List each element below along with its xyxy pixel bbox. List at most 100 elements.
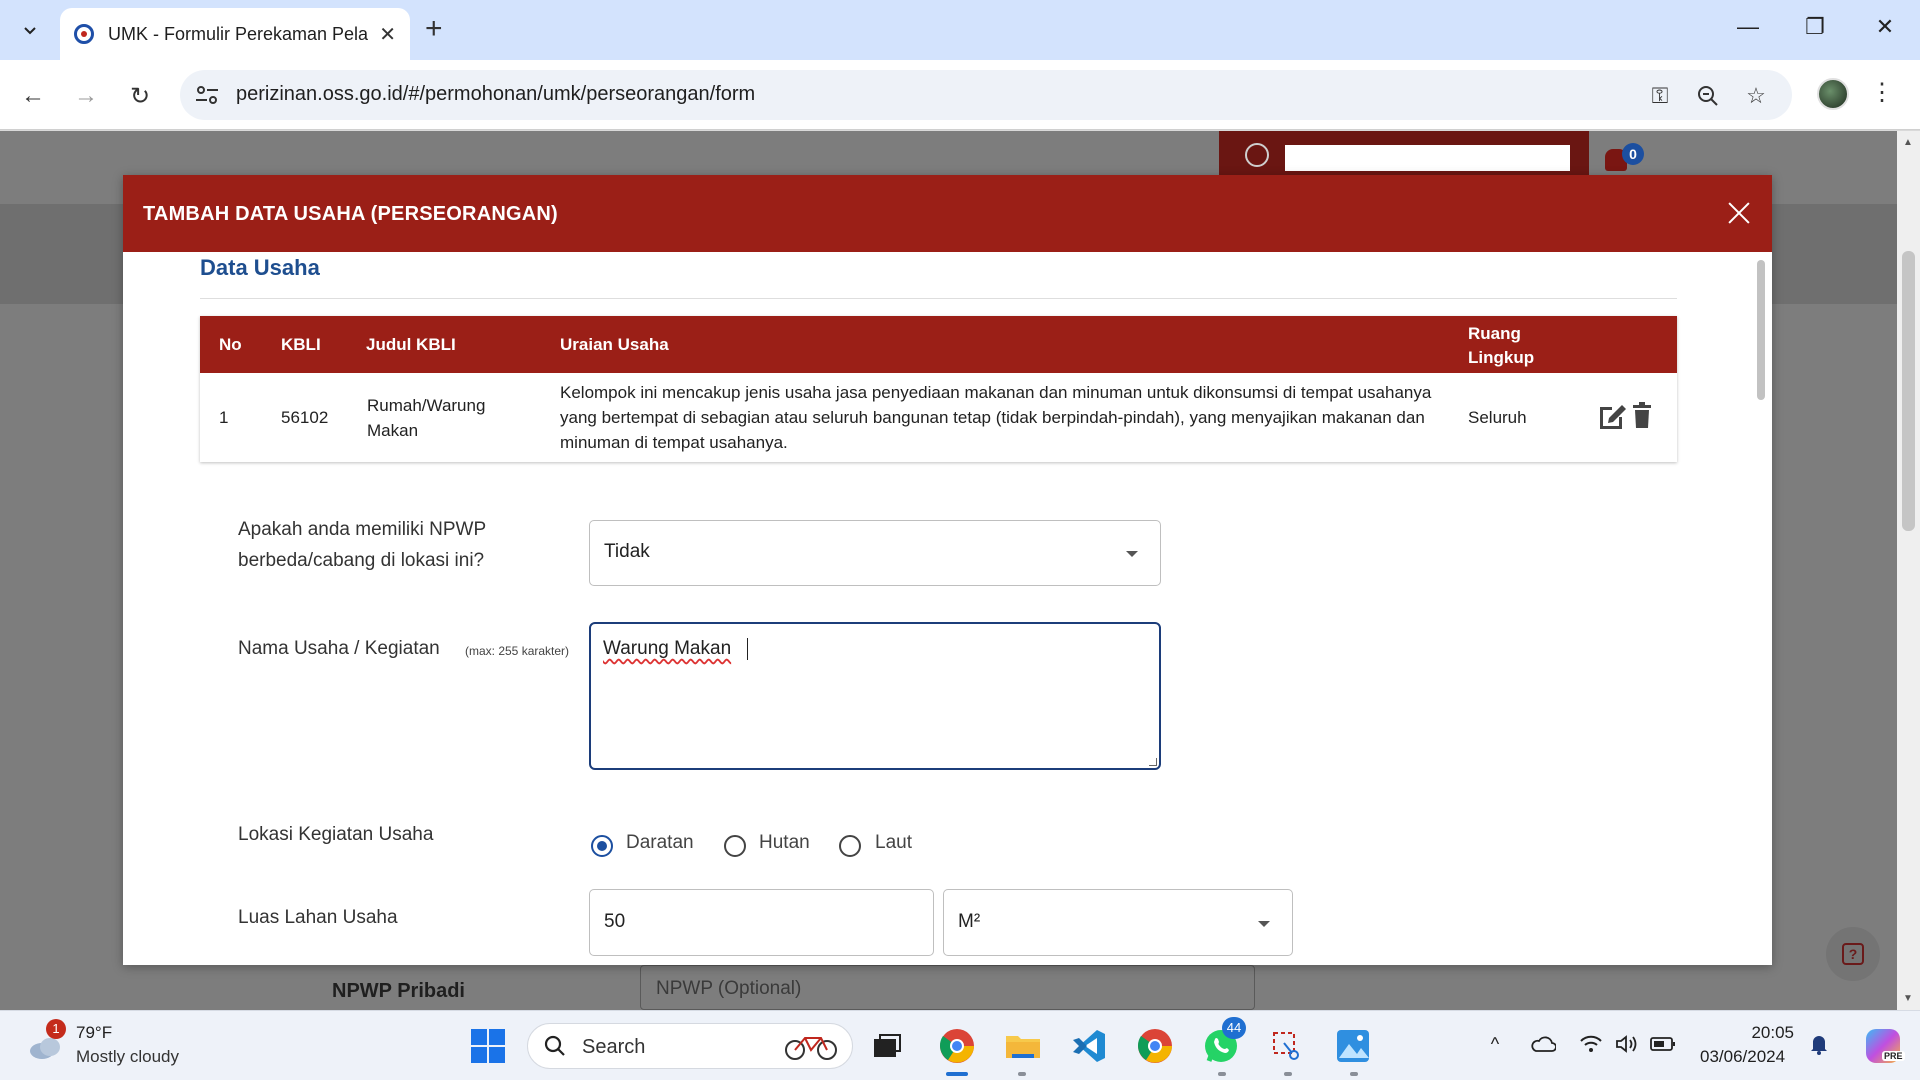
dropdown-caret-icon xyxy=(1126,551,1138,557)
browser-tab[interactable]: UMK - Formulir Perekaman Pela ✕ xyxy=(60,8,410,60)
vscode-icon[interactable] xyxy=(1068,1025,1110,1067)
header-kbli: KBLI xyxy=(281,335,321,354)
help-button[interactable]: ? xyxy=(1826,927,1880,981)
section-title: Data Usaha xyxy=(200,255,320,280)
site-info-icon[interactable] xyxy=(194,83,220,107)
tab-strip: UMK - Formulir Perekaman Pela ✕ + — ❐ ✕ xyxy=(0,0,1920,60)
chevron-up-icon[interactable]: ^ xyxy=(1482,1031,1508,1057)
luas-unit-value: M² xyxy=(958,911,981,932)
radio-daratan[interactable] xyxy=(591,835,613,857)
npwp-pribadi-label: NPWP Pribadi xyxy=(332,980,465,1002)
modal-title: TAMBAH DATA USAHA (PERSEORANGAN) xyxy=(143,203,558,225)
table-row: 1 56102 Rumah/Warung Makan Kelompok ini … xyxy=(200,373,1677,462)
back-button[interactable]: ← xyxy=(15,78,51,114)
notification-bell-icon[interactable] xyxy=(1806,1031,1832,1057)
minimize-button[interactable]: — xyxy=(1723,14,1773,40)
chrome-profile-icon[interactable] xyxy=(1134,1025,1176,1067)
trash-icon[interactable] xyxy=(1632,402,1652,428)
section-divider xyxy=(200,298,1677,299)
key-icon[interactable]: ⚿ xyxy=(1646,82,1674,110)
npwp-pribadi-input: NPWP (Optional) xyxy=(640,965,1255,1010)
add-business-modal: TAMBAH DATA USAHA (PERSEORANGAN) Data Us… xyxy=(123,175,1772,965)
header-ruang-lingkup: Ruang Lingkup xyxy=(1468,324,1535,367)
kbli-table: No KBLI Judul KBLI Uraian Usaha Ruang Li… xyxy=(200,316,1677,462)
radio-hutan-label[interactable]: Hutan xyxy=(759,832,810,854)
search-icon xyxy=(544,1035,565,1056)
clock-time[interactable]: 20:05 xyxy=(1750,1023,1794,1043)
forward-button[interactable]: → xyxy=(68,78,104,114)
browser-menu-icon[interactable]: ⋮ xyxy=(1870,78,1894,107)
radio-hutan[interactable] xyxy=(724,835,746,857)
start-tile xyxy=(471,1029,487,1045)
oss-favicon-icon xyxy=(74,24,94,44)
modal-header: TAMBAH DATA USAHA (PERSEORANGAN) xyxy=(123,175,1772,252)
dropdown-caret-icon xyxy=(1258,921,1270,927)
row-judul: Rumah/Warung Makan xyxy=(367,396,486,440)
wifi-icon[interactable] xyxy=(1578,1031,1604,1057)
tab-search-button[interactable] xyxy=(12,12,48,48)
luas-lahan-input[interactable]: 50 xyxy=(589,889,934,956)
start-tile xyxy=(471,1047,487,1063)
page-scrollbar[interactable]: ▲ ▼ xyxy=(1897,131,1920,1010)
app-indicator xyxy=(1218,1072,1226,1076)
taskbar: 1 79°F Mostly cloudy Search 44 ^ 20:05 0… xyxy=(0,1010,1920,1080)
search-placeholder: Search xyxy=(582,1036,646,1058)
modal-scrollbar[interactable] xyxy=(1757,260,1765,400)
npwp-question-label: Apakah anda memiliki NPWP berbeda/cabang… xyxy=(238,519,486,571)
lokasi-label: Lokasi Kegiatan Usaha xyxy=(238,824,434,845)
bookmark-star-icon[interactable]: ☆ xyxy=(1742,82,1770,110)
radio-daratan-label[interactable]: Daratan xyxy=(626,832,694,854)
battery-icon[interactable] xyxy=(1650,1031,1676,1057)
npwp-select[interactable]: Tidak xyxy=(589,520,1161,586)
start-button[interactable] xyxy=(471,1029,505,1063)
onedrive-icon[interactable] xyxy=(1530,1031,1556,1057)
active-app-indicator xyxy=(946,1072,968,1076)
user-circle-icon[interactable] xyxy=(1245,143,1269,167)
radio-laut[interactable] xyxy=(839,835,861,857)
text-cursor xyxy=(747,638,748,660)
scroll-down-icon[interactable]: ▼ xyxy=(1903,993,1913,1004)
bicycle-icon xyxy=(785,1037,837,1060)
snipping-tool-icon[interactable] xyxy=(1266,1025,1308,1067)
volume-icon[interactable] xyxy=(1614,1031,1640,1057)
new-tab-button[interactable]: + xyxy=(425,14,443,44)
header-judul-kbli: Judul KBLI xyxy=(366,335,456,354)
weather-badge: 1 xyxy=(46,1019,66,1039)
chrome-icon[interactable] xyxy=(936,1025,978,1067)
nama-usaha-hint: (max: 255 karakter) xyxy=(465,644,570,658)
tab-title: UMK - Formulir Perekaman Pela xyxy=(108,23,368,44)
reload-button[interactable]: ↻ xyxy=(122,78,158,114)
close-window-button[interactable]: ✕ xyxy=(1860,14,1910,40)
copilot-pre-badge: PRE xyxy=(1882,1051,1905,1061)
restore-button[interactable]: ❐ xyxy=(1790,14,1840,40)
start-tile xyxy=(489,1029,505,1045)
url-text[interactable]: perizinan.oss.go.id/#/permohonan/umk/per… xyxy=(236,83,755,106)
browser-toolbar: ← → ↻ perizinan.oss.go.id/#/permohonan/u… xyxy=(0,60,1920,130)
zoom-icon[interactable] xyxy=(1694,82,1722,110)
row-kbli: 56102 xyxy=(281,408,329,427)
address-bar[interactable]: perizinan.oss.go.id/#/permohonan/umk/per… xyxy=(180,70,1792,120)
app-indicator xyxy=(1350,1072,1358,1076)
scroll-up-icon[interactable]: ▲ xyxy=(1903,137,1913,148)
npwp-select-value: Tidak xyxy=(604,541,650,562)
edit-icon[interactable] xyxy=(1596,401,1628,431)
task-view-icon[interactable] xyxy=(866,1025,908,1067)
luas-unit-select[interactable]: M² xyxy=(943,889,1293,956)
photos-icon[interactable] xyxy=(1332,1025,1374,1067)
file-explorer-icon[interactable] xyxy=(1002,1025,1044,1067)
scroll-thumb[interactable] xyxy=(1902,251,1915,531)
profile-avatar[interactable] xyxy=(1817,78,1849,110)
close-icon[interactable] xyxy=(1723,197,1755,229)
start-tile xyxy=(489,1047,505,1063)
tab-close-icon[interactable]: ✕ xyxy=(379,22,396,47)
chevron-down-icon xyxy=(24,27,36,35)
weather-desc[interactable]: Mostly cloudy xyxy=(76,1047,179,1067)
nama-usaha-label: Nama Usaha / Kegiatan xyxy=(238,638,440,659)
taskbar-search[interactable]: Search xyxy=(527,1023,853,1069)
resize-grip-icon[interactable] xyxy=(1149,758,1157,766)
nama-usaha-textarea[interactable]: Warung Makan xyxy=(589,622,1161,770)
weather-temp[interactable]: 79°F xyxy=(76,1023,112,1043)
whatsapp-badge: 44 xyxy=(1222,1017,1246,1039)
clock-date[interactable]: 03/06/2024 xyxy=(1700,1047,1785,1067)
radio-laut-label[interactable]: Laut xyxy=(875,832,912,854)
